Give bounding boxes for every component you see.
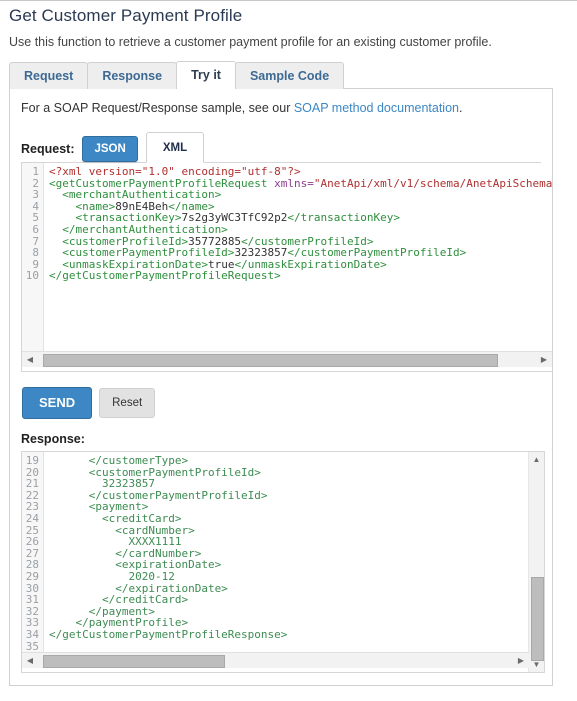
response-line-numbers: 19 20 21 22 23 24 25 26 27 28 29 30 31 32 33 34 35 <box>22 452 44 652</box>
scroll-right-icon[interactable]: ▶ <box>513 653 529 668</box>
format-json-button[interactable]: JSON <box>82 136 138 162</box>
tab-try-it[interactable]: Try it <box>176 61 236 89</box>
request-line-numbers: 1 2 3 4 5 6 7 8 9 10 <box>22 163 44 351</box>
request-code-area[interactable]: 1 2 3 4 5 6 7 8 9 10 <?xml version="1.0" encoding… <box>22 163 552 351</box>
scroll-up-icon[interactable]: ▲ <box>529 452 544 467</box>
response-label: Response: <box>21 432 85 446</box>
action-buttons: SEND Reset <box>22 387 552 419</box>
tab-response[interactable]: Response <box>87 62 178 89</box>
line-number: 35 <box>25 639 39 652</box>
soap-note: For a SOAP Request/Response sample, see … <box>21 101 552 115</box>
response-hscroll-track[interactable] <box>38 654 513 668</box>
scroll-left-icon[interactable]: ◀ <box>22 653 38 668</box>
request-editor[interactable]: 1 2 3 4 5 6 7 8 9 10 <?xml version="1.0" encoding… <box>21 163 552 372</box>
scroll-down-icon[interactable]: ▼ <box>529 657 544 672</box>
code-line: </customerType> <box>49 454 189 467</box>
line-number: 8 <box>32 246 39 260</box>
code-line: XXXX1111 <box>49 535 182 549</box>
code-line: </creditCard> <box>49 593 189 607</box>
line-number: 34 <box>25 627 39 641</box>
page-description: Use this function to retrieve a customer… <box>9 35 492 49</box>
format-xml-tab[interactable]: XML <box>145 132 205 163</box>
response-code-area[interactable]: 19 20 21 22 23 24 25 26 27 28 29 30 31 32 33 34 35 </cus… <box>22 452 544 652</box>
request-hscroll-track[interactable] <box>38 353 536 367</box>
request-hscroll-thumb[interactable] <box>42 354 499 367</box>
code-line: </getCustomerPaymentProfileRequest> <box>49 269 281 283</box>
page-title: Get Customer Payment Profile <box>9 6 243 25</box>
send-button[interactable]: SEND <box>22 387 93 419</box>
tab-sample-code[interactable]: Sample Code <box>234 62 345 89</box>
soap-note-text-before: For a SOAP Request/Response sample, see … <box>21 101 294 115</box>
scroll-right-icon[interactable]: ▶ <box>536 352 552 367</box>
response-vscroll-thumb[interactable] <box>531 577 544 661</box>
request-horizontal-scrollbar[interactable]: ◀ ▶ <box>22 351 552 367</box>
main-tab-bar: Request Response Try it Sample Code <box>9 61 577 89</box>
line-number: 6 <box>32 222 39 236</box>
tab-request[interactable]: Request <box>9 62 89 89</box>
soap-method-documentation-link[interactable]: SOAP method documentation <box>294 101 459 115</box>
line-number: 24 <box>25 511 39 525</box>
line-number: 29 <box>25 569 39 583</box>
line-number: 1 <box>32 165 39 178</box>
reset-button[interactable]: Reset <box>99 388 156 418</box>
scroll-left-icon[interactable]: ◀ <box>22 352 38 367</box>
request-label: Request: <box>21 142 75 156</box>
line-number: 31 <box>25 593 39 607</box>
response-editor[interactable]: 19 20 21 22 23 24 25 26 27 28 29 30 31 32 33 34 35 </cus… <box>21 451 545 673</box>
page-root: Get Customer Payment Profile Use this fu… <box>0 1 577 687</box>
response-vertical-scrollbar[interactable]: ▲ ▼ <box>528 452 544 672</box>
line-number: 26 <box>25 535 39 549</box>
response-code[interactable]: </customerType> <customerPaymentProfileI… <box>44 452 544 652</box>
request-format-bar: Request: JSON XML <box>21 132 552 163</box>
code-line: 2020-12 <box>49 569 175 583</box>
request-code[interactable]: <?xml version="1.0" encoding="utf-8"?> <g… <box>44 163 552 351</box>
try-it-panel: For a SOAP Request/Response sample, see … <box>9 88 553 686</box>
response-hscroll-thumb[interactable] <box>42 655 226 668</box>
line-number: 10 <box>25 269 39 283</box>
code-line: <creditCard> <box>49 511 182 525</box>
line-number: 19 <box>25 454 39 467</box>
code-line: </getCustomerPaymentProfileResponse> <box>49 627 288 641</box>
response-horizontal-scrollbar[interactable]: ◀ ▶ <box>22 652 529 668</box>
soap-note-text-after: . <box>458 101 463 115</box>
